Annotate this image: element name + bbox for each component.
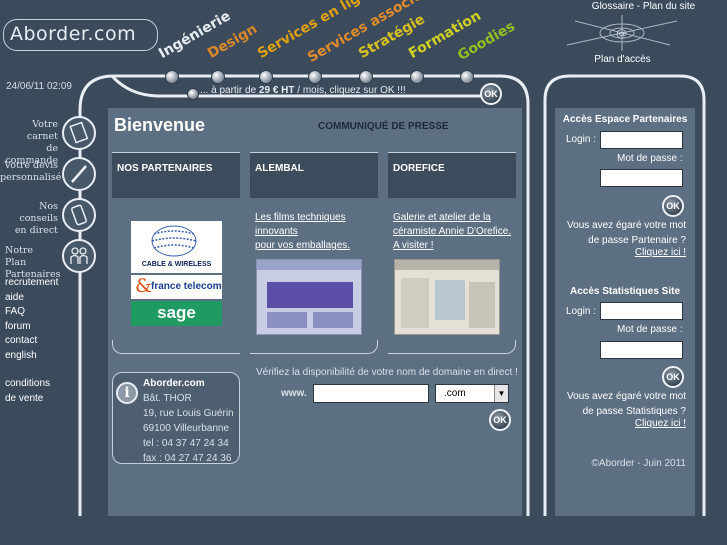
menu-aide[interactable]: aide xyxy=(5,291,58,306)
menu-contact[interactable]: contact xyxy=(5,334,58,349)
france-telecom-logo[interactable]: & france telecom xyxy=(131,275,222,299)
ticker-prefix: ... à partir de xyxy=(200,85,259,96)
tld-value: .com xyxy=(444,388,466,399)
alembal-screenshot[interactable] xyxy=(256,259,362,335)
partner-forgot-text: Vous avez égaré votre mot de passe Parte… xyxy=(555,218,686,248)
tld-select[interactable]: .com ▼ xyxy=(435,384,509,403)
side-nav-devis[interactable]: Votre devis personnalisé xyxy=(0,160,62,184)
stats-forgot-text: Vous avez égaré votre mot de passe Stati… xyxy=(555,389,686,419)
ticker-price: 29 € HT xyxy=(258,85,295,96)
stats-ok-button[interactable]: OK xyxy=(662,366,684,388)
dorefice-line3: A visiter ! xyxy=(393,240,434,251)
stats-login-label: Login : xyxy=(566,306,597,317)
left-menu: recrutement aide FAQ forum contact engli… xyxy=(5,276,58,363)
nav-dot-goodies[interactable] xyxy=(460,70,474,84)
stats-password-input[interactable] xyxy=(600,341,683,359)
copyright: ©Aborder - Juin 2011 xyxy=(591,458,686,469)
contact-line3: 69100 Villeurbanne xyxy=(143,423,230,434)
stats-forgot-line2: de passe Statistiques ? xyxy=(582,406,686,417)
contact-details: Aborder.com Bât. THOR 19, rue Louis Guér… xyxy=(143,376,234,466)
nav-dot-design[interactable] xyxy=(211,70,225,84)
ampersand-icon: & xyxy=(135,275,152,297)
partner-ok-button[interactable]: OK xyxy=(662,195,684,217)
alembal-link[interactable]: Les films techniques innovants pour vos … xyxy=(255,211,350,253)
partner-password-input[interactable] xyxy=(600,169,683,187)
people-icon[interactable] xyxy=(62,239,96,273)
dorefice-screenshot[interactable] xyxy=(394,259,500,335)
partner-password-label: Mot de passe : xyxy=(617,153,683,164)
partner-login-input[interactable] xyxy=(600,131,683,149)
contact-line1: Bât. THOR xyxy=(143,393,192,404)
ticker-suffix: / mois, cliquez sur OK !!! xyxy=(294,85,406,96)
conditions-line1: conditions xyxy=(5,378,51,389)
ticker-ok-button[interactable]: OK xyxy=(480,83,502,105)
pen-icon[interactable] xyxy=(62,157,96,191)
sage-logo[interactable]: sage xyxy=(131,301,222,326)
contact-fax: fax : 04 27 47 24 36 xyxy=(143,453,232,464)
stats-password-label: Mot de passe : xyxy=(617,324,683,335)
partner-login-label: Login : xyxy=(566,134,597,145)
conditions-line2: de vente xyxy=(5,392,44,404)
cable-wireless-text: CABLE & WIRELESS xyxy=(141,261,212,268)
domain-ok-button[interactable]: OK xyxy=(489,409,511,431)
partner-forgot-line2: de passe Partenaire ? xyxy=(588,235,686,246)
press-release-link[interactable]: COMMUNIQUÉ DE PRESSE xyxy=(318,121,449,132)
nav-dot-formation[interactable] xyxy=(410,70,424,84)
side-nav-conseils-line1: Nos conseils xyxy=(19,201,58,224)
promo-ticker: ... à partir de 29 € HT / mois, cliquez … xyxy=(186,85,486,103)
side-nav-partenaires-line1: Notre Plan xyxy=(5,245,34,268)
conditions-link[interactable]: conditions de vente xyxy=(5,377,50,406)
nav-dot-services-associes[interactable] xyxy=(308,70,322,84)
menu-forum[interactable]: forum xyxy=(5,320,58,335)
globe-icon xyxy=(151,225,197,257)
dorefice-link[interactable]: Galerie et atelier de la céramiste Annie… xyxy=(393,211,511,253)
partners-header: NOS PARTENAIRES xyxy=(112,152,240,198)
side-nav-conseils-line2: en direct xyxy=(14,225,58,236)
phone-icon[interactable] xyxy=(62,198,96,232)
menu-english[interactable]: english xyxy=(5,349,58,364)
france-telecom-text: france telecom xyxy=(151,281,222,292)
nav-dot-strategie[interactable] xyxy=(359,70,373,84)
side-nav-carnet-line1: Votre carnet xyxy=(26,119,58,142)
cable-wireless-logo[interactable]: CABLE & WIRELESS xyxy=(131,221,222,273)
partner-area-title: Accès Espace Partenaires xyxy=(562,114,688,125)
side-nav-devis-line2: personnalisé xyxy=(0,172,62,183)
alembal-line1: Les films techniques xyxy=(255,212,346,223)
alembal-line2: innovants xyxy=(255,226,298,237)
side-nav-conseils[interactable]: Nos conseils en direct xyxy=(0,201,58,237)
dorefice-footer xyxy=(388,340,516,354)
nav-dot-services-en-ligne[interactable] xyxy=(259,70,273,84)
menu-recrutement[interactable]: recrutement xyxy=(5,276,58,291)
dorefice-line1: Galerie et atelier de la xyxy=(393,212,491,223)
sage-text: sage xyxy=(157,303,196,322)
dorefice-line2: céramiste Annie D'Orefice. xyxy=(393,226,512,237)
stats-area-title: Accès Statistiques Site xyxy=(569,286,681,297)
stats-login-input[interactable] xyxy=(600,302,683,320)
stats-forgot-line1: Vous avez égaré votre mot xyxy=(567,391,686,402)
partner-forgot-link[interactable]: Cliquez ici ! xyxy=(555,247,686,258)
contact-line2: 19, rue Louis Guérin xyxy=(143,408,234,419)
contact-name: Aborder.com xyxy=(143,378,205,389)
dorefice-header: DOREFICE xyxy=(388,152,516,198)
partners-footer xyxy=(112,340,240,354)
notebook-icon[interactable] xyxy=(62,116,96,150)
info-icon: i xyxy=(116,382,138,404)
domain-prompt: Vérifiez la disponibilité de votre nom d… xyxy=(256,367,518,378)
contact-phone: tel : 04 37 47 24 34 xyxy=(143,438,229,449)
alembal-header: ALEMBAL xyxy=(250,152,378,198)
domain-input[interactable] xyxy=(313,384,429,403)
domain-prefix: www. xyxy=(281,388,307,399)
page-title: Bienvenue xyxy=(114,115,206,135)
nav-dot-ingenierie[interactable] xyxy=(165,70,179,84)
menu-faq[interactable]: FAQ xyxy=(5,305,58,320)
chevron-down-icon[interactable]: ▼ xyxy=(494,385,508,402)
alembal-footer xyxy=(250,340,378,354)
alembal-line3: pour vos emballages. xyxy=(255,240,351,251)
partner-forgot-line1: Vous avez égaré votre mot xyxy=(567,220,686,231)
side-nav-devis-line1: Votre devis xyxy=(4,160,58,171)
stats-forgot-link[interactable]: Cliquez ici ! xyxy=(555,418,686,429)
